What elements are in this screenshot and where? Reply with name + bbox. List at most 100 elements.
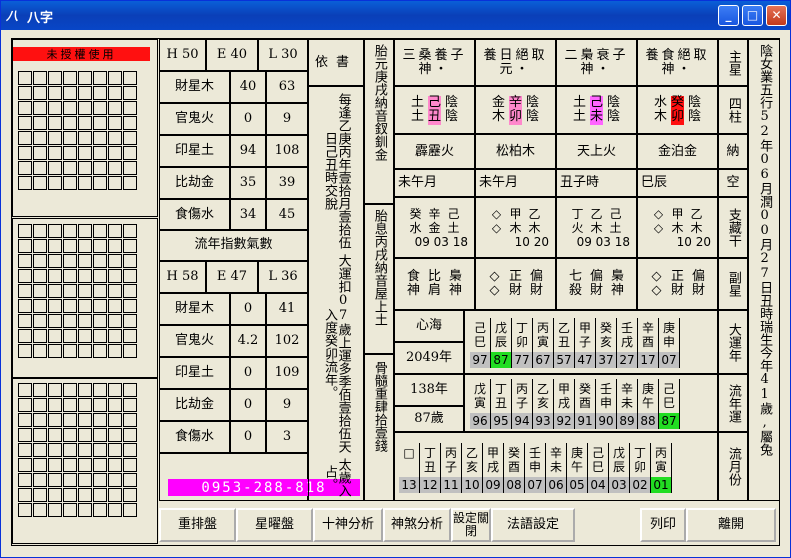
liunian-column[interactable]: 戊 寅 96 [470,379,491,429]
grid-cell [123,299,137,313]
liuyue-column[interactable]: 辛 未 06 [546,443,567,493]
index-value-a: 0 [230,103,266,135]
hidden-numbers: 10 20 [514,234,549,249]
maximize-button[interactable]: □ [742,5,763,26]
rearrange-button[interactable]: 重排盤 [159,508,236,542]
label-fuxing: 副星 [718,258,748,310]
grid-cell [78,224,92,238]
setting-close-button[interactable]: 設定關閉 [451,508,491,542]
pillar-date: 未午月 [475,169,556,197]
liunian-column[interactable]: 丁 丑 95 [491,379,512,429]
pillar-ganzhi: 土 土己 未陰 陰 [556,86,637,134]
ten-god: 七 殺 [569,268,583,298]
liunian-column[interactable]: 辛 未 89 [617,379,638,429]
grid-cell [93,101,107,115]
star-chart-button[interactable]: 星曜盤 [236,508,313,542]
liunian-column[interactable]: 庚 午 88 [638,379,659,429]
grid-cell [78,428,92,442]
yishu-col3: 太歲入占。 [322,458,351,498]
grid-cell [48,314,62,328]
liunian-column[interactable]: 丙 子 94 [512,379,533,429]
grid-cell [93,314,107,328]
grid-cell [123,116,137,130]
dayun-column[interactable]: 戊 辰 87 [491,318,512,368]
grid-cell [63,116,77,130]
grid-cell [78,131,92,145]
grid-cell [63,239,77,253]
liuyue-column[interactable]: 丁 卯 02 [630,443,651,493]
grid-cell [108,284,122,298]
liuyue-column[interactable]: 乙 亥 10 [462,443,483,493]
liunian-column[interactable]: 己 巳 87 [659,379,680,429]
liuyue-column[interactable]: □ 13 [399,443,420,493]
ten-gods-button[interactable]: 十神分析 [313,508,383,542]
liunian-column[interactable]: 癸 酉 91 [575,379,596,429]
liuyue-column[interactable]: 癸 酉 08 [504,443,525,493]
dayun-column[interactable]: 甲 子 47 [575,318,596,368]
grid-cell [108,269,122,283]
grid-cell [123,443,137,457]
liuyue-column[interactable]: 甲 戌 09 [483,443,504,493]
dayun-column[interactable]: 乙 丑 57 [554,318,575,368]
liuyue-column[interactable]: 丙 寅 01 [651,443,672,493]
grid-cell [123,329,137,343]
grid-cell [33,443,47,457]
liunian-number: 96 [470,413,490,429]
liuyue-number: 09 [483,477,503,493]
title-bar[interactable]: 八 八字 _ □ ✕ [1,1,790,30]
pillar-nayin: 金泊金 [637,134,718,169]
grid-cell [93,398,107,412]
dayun-column[interactable]: 己 巳 97 [470,318,491,368]
leave-button[interactable]: 離開 [686,508,776,542]
window-title: 八字 [27,11,54,26]
liuyue-column[interactable]: 壬 申 07 [525,443,546,493]
grid-cell [123,146,137,160]
grid-cell [63,299,77,313]
grid-cell [93,413,107,427]
dayun-column[interactable]: 庚 申 07 [659,318,680,368]
index2-e: E 47 [206,261,258,293]
grid-cell [123,458,137,472]
index1-e: E 40 [206,39,258,71]
method-setting-button[interactable]: 法語設定 [491,508,575,542]
grid-cell [108,131,122,145]
liuyue-column[interactable]: 庚 午 05 [567,443,588,493]
dayun-column[interactable]: 丙 寅 67 [533,318,554,368]
index-value-b: 3 [266,421,308,453]
dayun-column[interactable]: 辛 酉 17 [638,318,659,368]
grid-cell [18,269,32,283]
liuyue-column[interactable]: 戊 辰 03 [609,443,630,493]
dayun-column[interactable]: 癸 亥 37 [596,318,617,368]
grid-cell [78,344,92,358]
index-value-b: 109 [266,357,308,389]
dayun-label: 心海 [394,310,464,342]
grid-cell [48,284,62,298]
grid-cell [78,329,92,343]
grid-cell [63,176,77,190]
liunian-column[interactable]: 甲 戌 92 [554,379,575,429]
dayun-ganzhi: 辛 酉 [641,321,654,349]
grid-cell [108,413,122,427]
close-button[interactable]: ✕ [766,5,787,26]
grid-cell [93,329,107,343]
label-sizhu: 四柱 [718,86,748,134]
pillar-gods: ◇ ◇ 正 財偏 財 [637,258,718,310]
index1-h: H 50 [159,39,206,71]
minimize-button[interactable]: _ [718,5,739,26]
pillar-yinyang: 陰 陰 [607,94,621,124]
dayun-column[interactable]: 壬 戌 27 [617,318,638,368]
liuyue-column[interactable]: 己 巳 04 [588,443,609,493]
liuyue-number: 03 [609,477,629,493]
dayun-column[interactable]: 丁 卯 77 [512,318,533,368]
grid-cell [18,131,32,145]
liunian-column[interactable]: 壬 申 90 [596,379,617,429]
dayun-ganzhi: 丁 卯 [515,321,528,349]
liunian-column[interactable]: 乙 亥 93 [533,379,554,429]
hidden-numbers: 09 03 18 [414,234,468,249]
shensha-button[interactable]: 神煞分析 [383,508,451,542]
liuyue-column[interactable]: 丁 丑 12 [420,443,441,493]
grid-cell [93,86,107,100]
ten-god: 正 財 [671,268,685,298]
print-button[interactable]: 列印 [640,508,686,542]
liuyue-column[interactable]: 丙 子 11 [441,443,462,493]
